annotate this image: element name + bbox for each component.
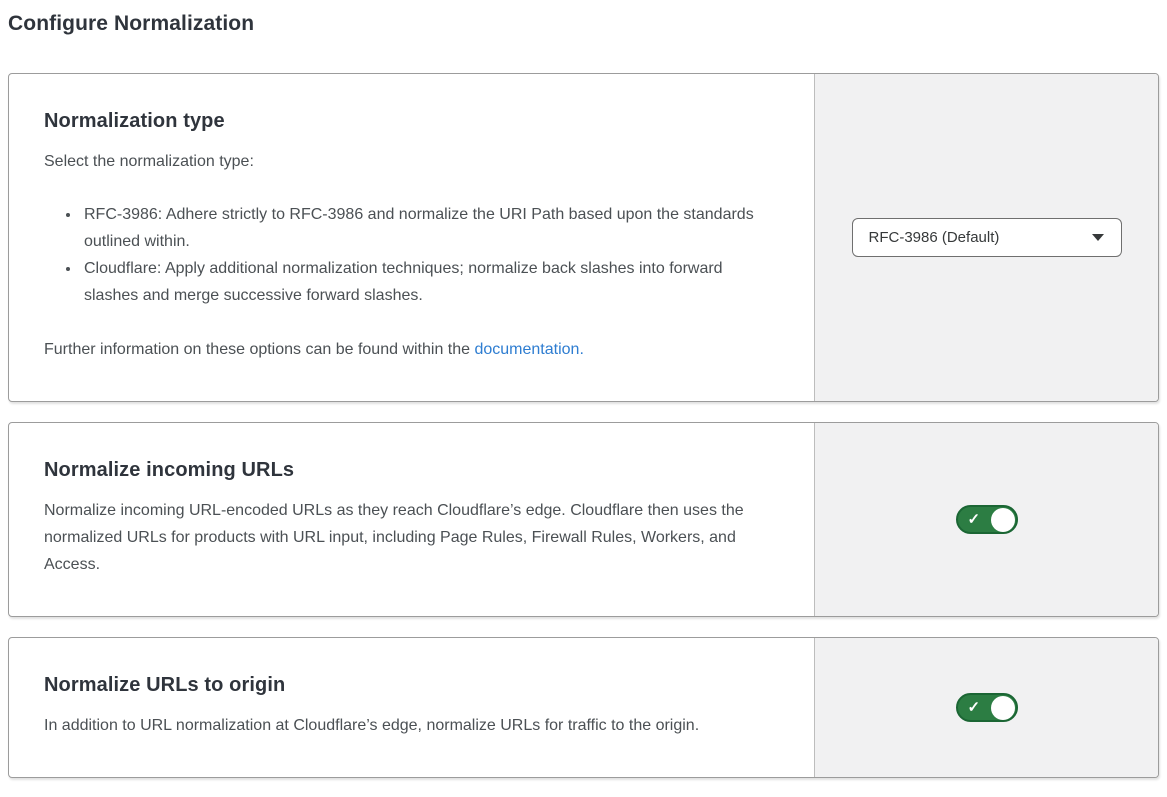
normalization-type-card-content: Normalization type Select the normalizat…	[9, 74, 814, 401]
list-item-cloudflare: Cloudflare: Apply additional normalizati…	[81, 255, 764, 309]
select-value: RFC-3986 (Default)	[869, 229, 1000, 246]
check-icon: ✓	[968, 700, 981, 715]
normalize-urls-to-origin-heading: Normalize URLs to origin	[44, 674, 764, 697]
page-title: Configure Normalization	[8, 12, 1159, 36]
normalization-type-heading: Normalization type	[44, 110, 764, 133]
normalization-type-select[interactable]: RFC-3986 (Default)	[852, 218, 1122, 257]
list-item-rfc3986: RFC-3986: Adhere strictly to RFC-3986 an…	[81, 201, 764, 255]
footer-text: Further information on these options can…	[44, 341, 474, 358]
normalize-urls-to-origin-description: In addition to URL normalization at Clou…	[44, 712, 764, 739]
toggle-knob	[991, 696, 1015, 720]
normalize-urls-to-origin-content: Normalize URLs to origin In addition to …	[9, 638, 814, 777]
normalize-incoming-urls-description: Normalize incoming URL-encoded URLs as t…	[44, 497, 764, 578]
normalize-urls-to-origin-card: Normalize URLs to origin In addition to …	[8, 637, 1159, 778]
check-icon: ✓	[968, 512, 981, 527]
chevron-down-icon	[1092, 234, 1104, 241]
normalize-incoming-urls-content: Normalize incoming URLs Normalize incomi…	[9, 423, 814, 616]
further-information-text: Further information on these options can…	[44, 336, 764, 363]
normalize-incoming-urls-card: Normalize incoming URLs Normalize incomi…	[8, 422, 1159, 617]
normalize-urls-to-origin-aside: ✓	[814, 638, 1158, 777]
toggle-knob	[991, 508, 1015, 532]
normalize-incoming-urls-heading: Normalize incoming URLs	[44, 459, 764, 482]
normalization-type-aside: RFC-3986 (Default)	[814, 74, 1158, 401]
normalization-type-intro: Select the normalization type:	[44, 148, 764, 175]
normalize-incoming-urls-toggle[interactable]: ✓	[956, 505, 1018, 534]
documentation-link[interactable]: documentation	[474, 341, 579, 358]
normalization-type-card: Normalization type Select the normalizat…	[8, 73, 1159, 402]
normalization-options-list: RFC-3986: Adhere strictly to RFC-3986 an…	[44, 201, 764, 309]
normalize-urls-to-origin-toggle[interactable]: ✓	[956, 693, 1018, 722]
normalize-incoming-urls-aside: ✓	[814, 423, 1158, 616]
footer-period: .	[579, 341, 583, 358]
